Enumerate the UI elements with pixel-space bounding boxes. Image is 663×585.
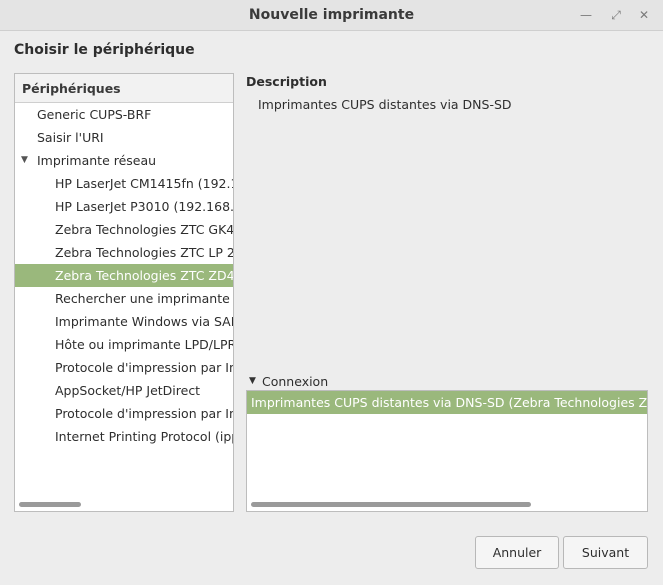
devices-list[interactable]: Périphériques Generic CUPS-BRF Saisir l'…: [14, 73, 234, 512]
devices-column-header[interactable]: Périphériques: [15, 74, 233, 103]
device-zebra-zd420-selected[interactable]: Zebra Technologies ZTC ZD420-: [15, 264, 233, 287]
device-windows-samba[interactable]: Imprimante Windows via SAMBA: [15, 310, 233, 333]
cancel-button[interactable]: Annuler: [475, 536, 559, 569]
device-hp-laserjet-cm1415fn[interactable]: HP LaserJet CM1415fn (192.168: [15, 172, 233, 195]
device-ipps[interactable]: Internet Printing Protocol (ipps): [15, 425, 233, 448]
device-appsocket-jetdirect[interactable]: AppSocket/HP JetDirect: [15, 379, 233, 402]
page-title: Choisir le périphérique: [14, 42, 195, 58]
device-hp-laserjet-p3010[interactable]: HP LaserJet P3010 (192.168.1.20: [15, 195, 233, 218]
expander-down-icon[interactable]: ▼: [21, 149, 28, 172]
description-text: Imprimantes CUPS distantes via DNS-SD: [258, 97, 512, 112]
next-button[interactable]: Suivant: [563, 536, 648, 569]
device-ipp-https[interactable]: Protocole d'impression par Inter: [15, 402, 233, 425]
window-title: Nouvelle imprimante: [248, 7, 415, 23]
close-icon[interactable]: ✕: [635, 6, 653, 24]
minimize-icon[interactable]: —: [577, 6, 595, 24]
connection-horizontal-scrollbar[interactable]: [251, 502, 531, 507]
devices-horizontal-scrollbar[interactable]: [19, 502, 81, 507]
connection-item-selected[interactable]: Imprimantes CUPS distantes via DNS-SD (Z…: [247, 391, 647, 414]
device-network-printer-group[interactable]: ▼ Imprimante réseau: [15, 149, 233, 172]
description-label: Description: [246, 74, 327, 89]
device-lpd-lpr[interactable]: Hôte ou imprimante LPD/LPR: [15, 333, 233, 356]
connection-label[interactable]: Connexion: [262, 374, 328, 389]
connection-list[interactable]: Imprimantes CUPS distantes via DNS-SD (Z…: [246, 390, 648, 512]
devices-tree: Generic CUPS-BRF Saisir l'URI ▼ Impriman…: [15, 103, 233, 448]
device-generic-cups-brf[interactable]: Generic CUPS-BRF: [15, 103, 233, 126]
connection-expander-down-icon[interactable]: ▼: [249, 376, 256, 386]
device-zebra-gk420t[interactable]: Zebra Technologies ZTC GK420t: [15, 218, 233, 241]
device-network-printer-label: Imprimante réseau: [37, 153, 157, 168]
title-bar: Nouvelle imprimante — ⤢ ✕: [0, 0, 663, 31]
maximize-icon[interactable]: ⤢: [607, 6, 625, 24]
device-ipp-http[interactable]: Protocole d'impression par Inter: [15, 356, 233, 379]
device-find-network-printer[interactable]: Rechercher une imprimante rés: [15, 287, 233, 310]
device-zebra-lp2824[interactable]: Zebra Technologies ZTC LP 2824: [15, 241, 233, 264]
device-enter-uri[interactable]: Saisir l'URI: [15, 126, 233, 149]
